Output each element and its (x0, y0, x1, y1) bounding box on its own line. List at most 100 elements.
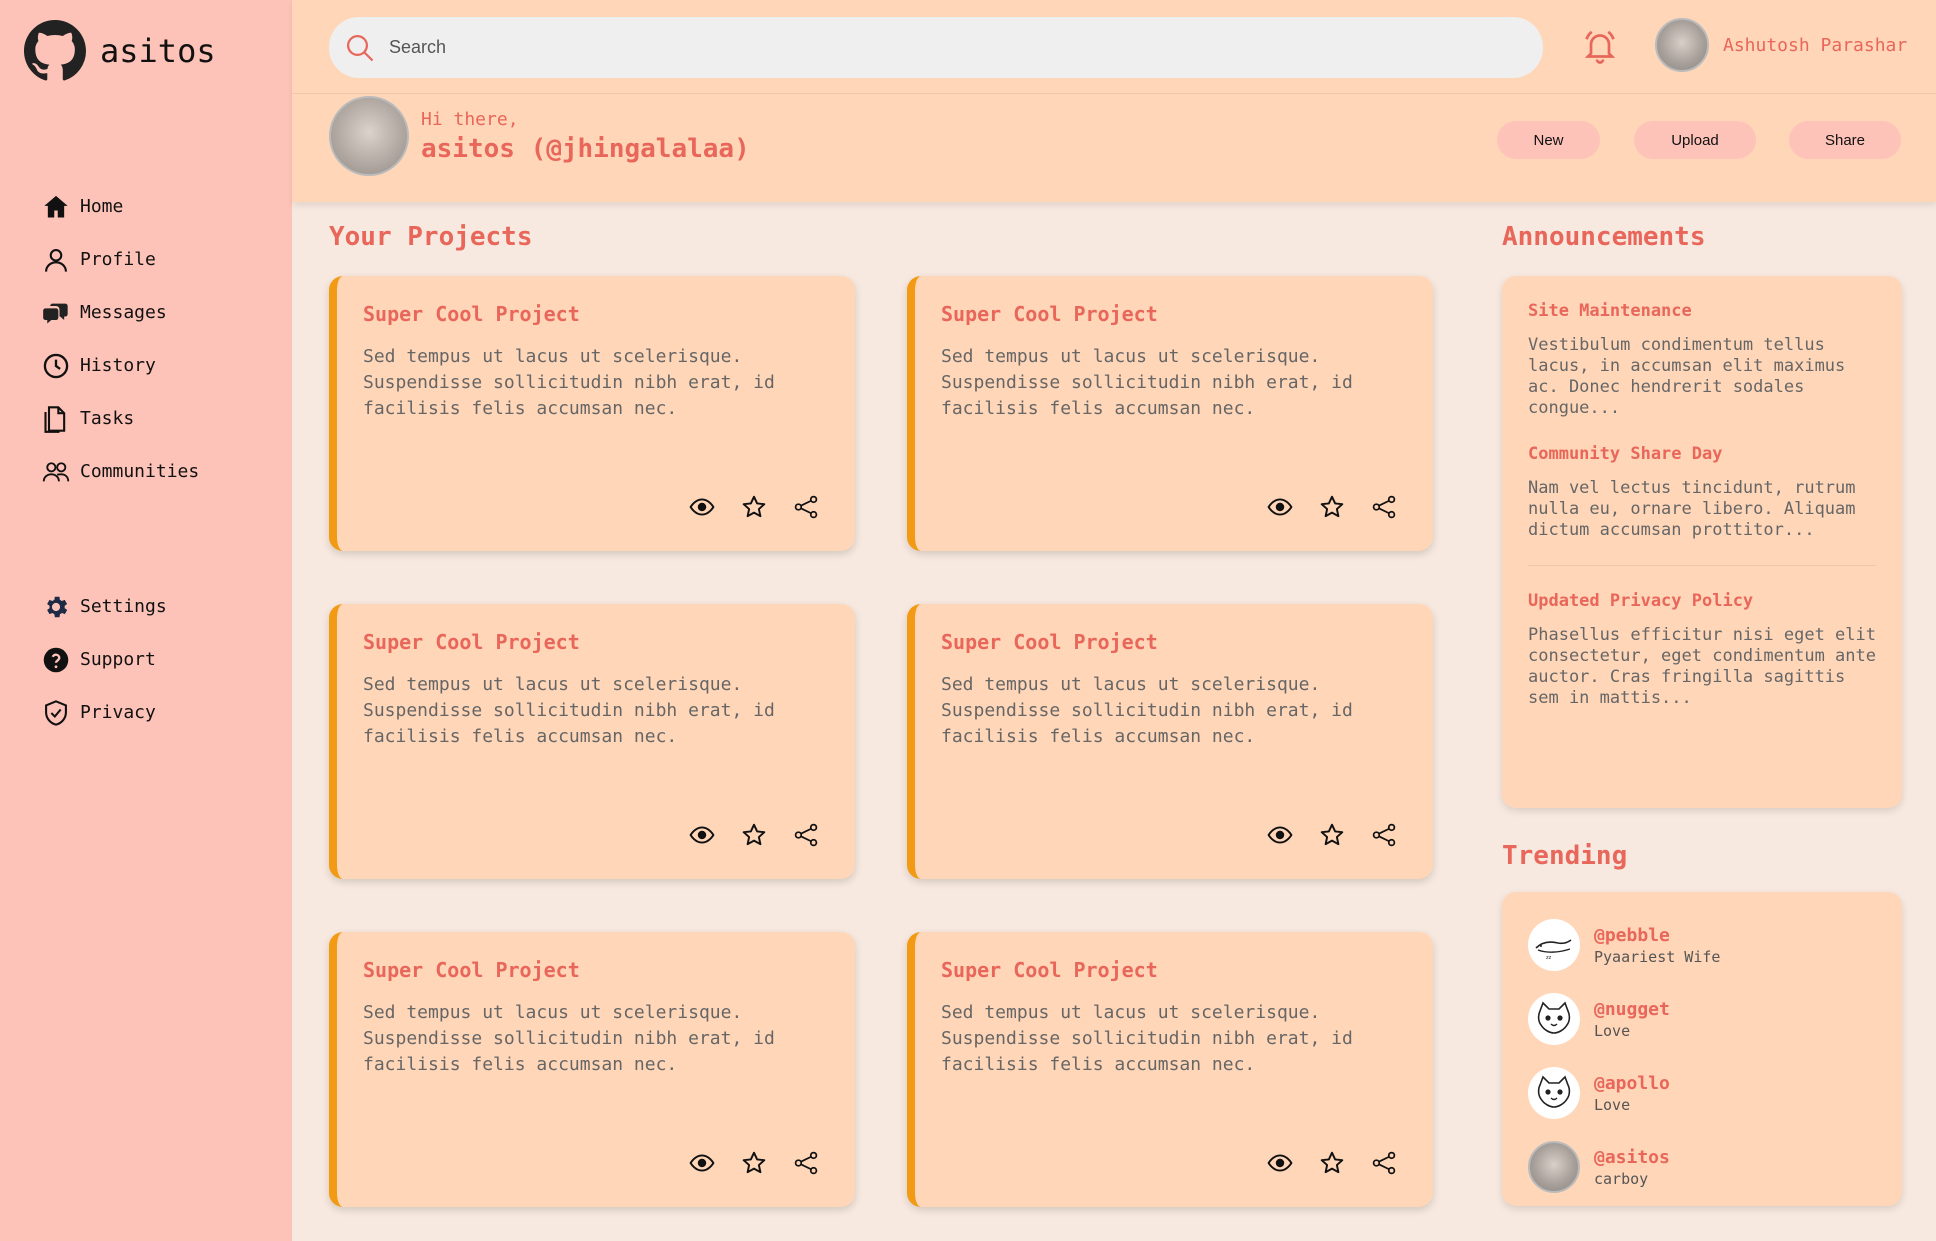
trending-handle: @pebble (1594, 924, 1670, 946)
project-card[interactable]: Super Cool Project Sed tempus ut lacus ut… (907, 276, 1433, 551)
sidebar-nav-bottom: Settings Support Privacy (42, 580, 167, 739)
star-icon[interactable] (1319, 1150, 1345, 1176)
search-input[interactable] (389, 37, 1489, 58)
sidebar-item-home[interactable]: Home (42, 180, 199, 233)
user-menu[interactable]: Ashutosh Parashar (1655, 18, 1907, 72)
project-title: Super Cool Project (363, 302, 580, 326)
sidebar-nav-top: Home Profile Messages History Tasks Comm… (42, 180, 199, 498)
star-icon[interactable] (741, 822, 767, 848)
project-card[interactable]: Super Cool Project Sed tempus ut lacus ut… (329, 604, 855, 879)
help-icon (43, 647, 69, 672)
view-icon[interactable] (689, 494, 715, 520)
share-icon[interactable] (1371, 494, 1397, 520)
sidebar-item-label: Communities (80, 461, 200, 482)
sidebar-item-messages[interactable]: Messages (42, 286, 199, 339)
trending-title: Trending (1502, 841, 1628, 871)
clock-icon (43, 353, 69, 378)
project-description: Sed tempus ut lacus ut scelerisque. Susp… (941, 1002, 1353, 1075)
avatar (1528, 993, 1580, 1045)
brand-name: asitos (100, 32, 216, 70)
view-icon[interactable] (1267, 822, 1293, 848)
star-icon[interactable] (741, 1150, 767, 1176)
greeting-block: Hi there, asitos (@jhingalalaa) (329, 96, 750, 176)
project-card[interactable]: Super Cool Project Sed tempus ut lacus ut… (329, 932, 855, 1207)
avatar: zz (1528, 919, 1580, 971)
avatar (1528, 1141, 1580, 1193)
view-icon[interactable] (689, 1150, 715, 1176)
sidebar-item-label: Messages (80, 302, 167, 323)
sidebar-item-history[interactable]: History (42, 339, 199, 392)
sidebar-item-privacy[interactable]: Privacy (42, 686, 167, 739)
sidebar-item-label: Support (80, 649, 156, 670)
view-icon[interactable] (1267, 1150, 1293, 1176)
sidebar-item-profile[interactable]: Profile (42, 233, 199, 286)
shield-icon (45, 699, 67, 726)
view-icon[interactable] (1267, 494, 1293, 520)
sidebar-item-label: Tasks (80, 408, 135, 429)
upload-button[interactable]: Upload (1634, 121, 1756, 159)
trending-item[interactable]: zz @pebble Pyaariest Wife (1528, 908, 1876, 982)
star-icon[interactable] (741, 494, 767, 520)
new-button[interactable]: New (1497, 121, 1600, 159)
share-icon[interactable] (1371, 1150, 1397, 1176)
project-card[interactable]: Super Cool Project Sed tempus ut lacus ut… (907, 932, 1433, 1207)
project-title: Super Cool Project (941, 302, 1158, 326)
trending-item[interactable]: @apollo Love (1528, 1056, 1876, 1130)
star-icon[interactable] (1319, 494, 1345, 520)
project-actions (689, 494, 845, 520)
trending-subtitle: Love (1594, 1021, 1631, 1040)
github-logo-icon (24, 20, 86, 81)
header-divider (292, 93, 1936, 94)
project-title: Super Cool Project (363, 958, 580, 982)
sidebar-item-label: Privacy (80, 702, 156, 723)
svg-text:zz: zz (1546, 955, 1552, 960)
sidebar-item-support[interactable]: Support (42, 633, 167, 686)
announcement-title: Site Maintenance (1528, 301, 1692, 321)
share-icon[interactable] (793, 822, 819, 848)
sidebar-item-tasks[interactable]: Tasks (42, 392, 199, 445)
cat-face-icon (1537, 1075, 1571, 1108)
share-icon[interactable] (793, 1150, 819, 1176)
trending-item[interactable]: @asitos carboy (1528, 1130, 1876, 1204)
project-actions (689, 1150, 845, 1176)
sidebar-item-communities[interactable]: Communities (42, 445, 199, 498)
project-title: Super Cool Project (941, 958, 1158, 982)
brand[interactable]: asitos (24, 20, 216, 82)
project-card[interactable]: Super Cool Project Sed tempus ut lacus ut… (907, 604, 1433, 879)
sidebar-item-label: Settings (80, 596, 167, 617)
project-description: Sed tempus ut lacus ut scelerisque. Susp… (941, 346, 1353, 419)
announcement-title: Community Share Day (1528, 444, 1723, 464)
user-icon (45, 248, 67, 272)
profile-avatar[interactable] (329, 96, 409, 176)
share-icon[interactable] (793, 494, 819, 520)
cat-face-icon (1537, 1001, 1571, 1034)
sidebar-item-label: Home (80, 196, 124, 217)
announcement-item[interactable]: Site Maintenance Vestibulum condimentum … (1528, 276, 1876, 419)
project-description: Sed tempus ut lacus ut scelerisque. Susp… (363, 346, 775, 419)
announcement-item[interactable]: Updated Privacy Policy Phasellus efficit… (1528, 566, 1876, 709)
trending-panel: zz @pebble Pyaariest Wife @nugget Love @… (1502, 892, 1902, 1206)
project-title: Super Cool Project (363, 630, 580, 654)
sidebar-item-settings[interactable]: Settings (42, 580, 167, 633)
star-icon[interactable] (1319, 822, 1345, 848)
announcement-desc: Nam vel lectus tincidunt, rutrum nulla e… (1528, 478, 1856, 540)
view-icon[interactable] (689, 822, 715, 848)
notification-bell-icon[interactable] (1582, 28, 1618, 64)
share-icon[interactable] (1371, 822, 1397, 848)
project-actions (689, 822, 845, 848)
announcement-item[interactable]: Community Share Day Nam vel lectus tinci… (1528, 419, 1876, 566)
project-card[interactable]: Super Cool Project Sed tempus ut lacus ut… (329, 276, 855, 551)
search-bar[interactable] (329, 17, 1543, 78)
header: Ashutosh Parashar Hi there, asitos (@jhi… (292, 0, 1936, 202)
trending-item[interactable]: @nugget Love (1528, 982, 1876, 1056)
project-description: Sed tempus ut lacus ut scelerisque. Susp… (941, 674, 1353, 747)
trending-subtitle: Pyaariest Wife (1594, 947, 1721, 966)
greeting-text: Hi there, (421, 108, 519, 130)
cat-sleeping-icon: zz (1535, 939, 1572, 960)
share-button[interactable]: Share (1789, 121, 1901, 159)
sidebar-item-label: History (80, 355, 156, 376)
user-name: Ashutosh Parashar (1723, 34, 1908, 56)
avatar (1528, 1067, 1580, 1119)
trending-handle: @nugget (1594, 998, 1670, 1020)
trending-handle: @asitos (1594, 1146, 1670, 1168)
